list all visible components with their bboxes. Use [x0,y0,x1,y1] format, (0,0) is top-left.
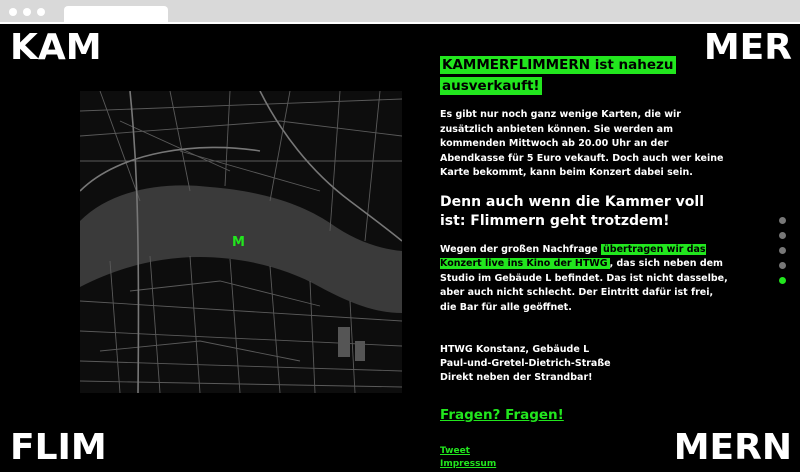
location-map[interactable]: M [80,91,402,393]
subheadline: Denn auch wenn die Kammer voll ist: Flim… [440,193,704,229]
section-nav-dot[interactable] [779,217,786,224]
impressum-link[interactable]: Impressum [440,458,730,471]
content-column: KAMMERFLIMMERN ist nahezu ausverkauft! E… [440,54,730,471]
section-nav-dot-active[interactable] [779,277,786,284]
address-line: HTWG Konstanz, Gebäude L [440,344,590,355]
section-nav-dot[interactable] [779,262,786,269]
browser-chrome [0,0,800,24]
tweet-link[interactable]: Tweet [440,445,730,458]
section-nav-dot[interactable] [779,232,786,239]
section-nav-dot[interactable] [779,247,786,254]
footer-links: Tweet Impressum [440,445,730,471]
questions-link[interactable]: Fragen? Fragen! [440,407,730,423]
map-marker: M [232,235,245,250]
intro-paragraph: Es gibt nur noch ganz wenige Karten, die… [440,109,724,178]
headline: KAMMERFLIMMERN ist nahezu ausverkauft! [440,56,676,95]
stream-text-start: Wegen der großen Nachfrage [440,243,602,255]
close-dot[interactable] [9,8,17,16]
window-controls [9,8,45,16]
stream-paragraph: Wegen der großen Nachfrage übertragen wi… [440,243,730,316]
corner-top-left: KAM [10,27,102,68]
minimize-dot[interactable] [23,8,31,16]
section-nav [779,217,786,284]
headline-wrap: KAMMERFLIMMERN ist nahezu ausverkauft! [440,54,680,96]
address-line: Direkt neben der Strandbar! [440,372,593,383]
address-block: HTWG Konstanz, Gebäude L Paul-und-Gretel… [440,343,730,385]
page: KAM MER FLIM MERN M KAMMERFLIMMERN ist n… [0,24,800,472]
maximize-dot[interactable] [37,8,45,16]
corner-bottom-left: FLIM [10,427,107,468]
address-line: Paul-und-Gretel-Dietrich-Straße [440,358,611,369]
